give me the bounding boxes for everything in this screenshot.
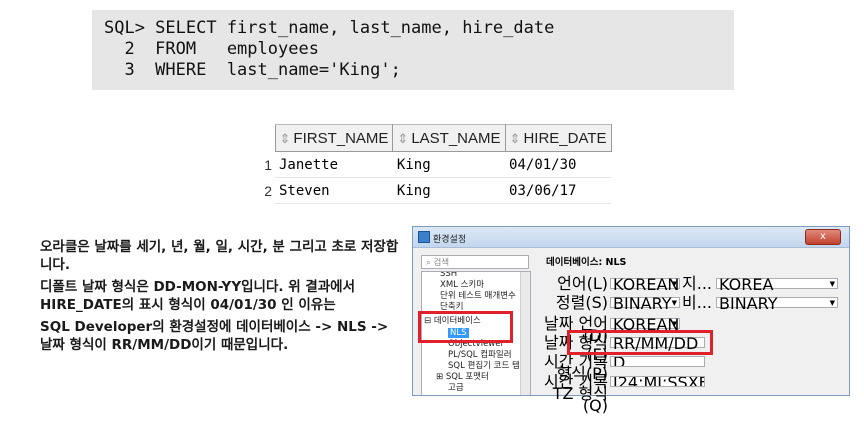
- tree-item-ssh[interactable]: SSH: [440, 272, 457, 279]
- tree-item-advanced[interactable]: 고급: [448, 383, 464, 393]
- cell-hire-date[interactable]: 04/01/30: [505, 151, 612, 178]
- cell-first-name[interactable]: Janette: [275, 151, 393, 178]
- sort-icon: ⇕: [279, 130, 291, 146]
- search-input[interactable]: ⌕ 검색: [421, 255, 529, 269]
- search-placeholder: 검색: [433, 258, 450, 268]
- chevron-down-icon: ▼: [671, 320, 677, 328]
- sql-code-block: SQL> SELECT first_name, last_name, hire_…: [92, 10, 734, 90]
- tree-item-plsql-compiler[interactable]: PL/SQL 컴파일러: [448, 350, 512, 360]
- language-label: 언어(L): [557, 274, 608, 293]
- tree-item-sql-formatter[interactable]: ⊞ SQL 포맷터: [436, 372, 489, 382]
- sort-icon: ⇕: [509, 130, 521, 146]
- query-result-grid: ⇕ FIRST_NAME ⇕ LAST_NAME ⇕ HIRE_DATE 1 Jane…: [244, 124, 612, 204]
- sql-line-2: 2 FROM employees: [104, 39, 319, 59]
- chevron-down-icon: ▼: [829, 280, 835, 288]
- close-button[interactable]: x: [805, 229, 841, 245]
- timestamp-format-input[interactable]: D HH24:MI:SSXFF: [610, 356, 705, 367]
- cell-hire-date[interactable]: 03/06/17: [505, 177, 612, 204]
- note-paragraph-1: 오라클은 날짜를 세기, 년, 월, 일, 시간, 분 그리고 초로 저장합니다…: [40, 239, 399, 273]
- chevron-down-icon: ▼: [671, 280, 677, 288]
- sort-select[interactable]: BINARY ▼: [610, 296, 680, 312]
- dialog-titlebar[interactable]: 환경설정 x: [413, 227, 849, 248]
- note-paragraph-3: SQL Developer의 환경설정에 데이터베이스 -> NLS -> 날짜…: [40, 319, 389, 353]
- tree-item-unit-test[interactable]: 단위 테스트 매개변수: [440, 291, 516, 301]
- tree-item-sql-editor[interactable]: SQL 편집기 코드 템: [448, 361, 520, 371]
- timestamp-tz-format-input[interactable]: I24:MI:SSXFF TZR: [610, 376, 705, 387]
- cell-last-name[interactable]: King: [392, 177, 506, 204]
- chevron-down-icon: ▼: [671, 299, 677, 307]
- comparison-label: 비...: [682, 293, 712, 312]
- panel-title: 데이터베이스: NLS: [546, 257, 627, 268]
- sql-line-3: 3 WHERE last_name='King';: [104, 60, 401, 80]
- cell-last-name[interactable]: King: [392, 151, 506, 178]
- note-paragraph-2: 디폴트 날짜 형식은 DD-MON-YY입니다. 위 결과에서 HIRE_DAT…: [40, 279, 355, 313]
- sql-code: SQL> SELECT first_name, last_name, hire_…: [92, 10, 734, 81]
- row-number: 1: [264, 156, 272, 173]
- chevron-down-icon: ▼: [829, 299, 835, 307]
- sort-icon: ⇕: [397, 130, 409, 146]
- language-select[interactable]: KOREAN ▼: [610, 277, 680, 293]
- column-header-last-name[interactable]: ⇕ LAST_NAME: [392, 124, 506, 152]
- territory-label: 지...: [682, 274, 712, 293]
- expand-icon[interactable]: ⊞: [436, 372, 446, 382]
- row-number-header: [244, 124, 275, 152]
- row-number: 2: [264, 182, 272, 199]
- explanation-text: 오라클은 날짜를 세기, 년, 월, 일, 시간, 분 그리고 초로 저장합니다…: [40, 238, 402, 358]
- highlight-nls-box: [418, 311, 513, 343]
- territory-select[interactable]: KOREA ▼: [716, 277, 838, 293]
- tree-item-xml-schema[interactable]: XML 스키마: [440, 280, 484, 290]
- dialog-title: 환경설정: [433, 235, 467, 245]
- comparison-select[interactable]: BINARY ▼: [716, 296, 838, 312]
- sort-label: 정렬(S): [555, 293, 608, 312]
- table-row[interactable]: 2 Steven King 03/06/17: [244, 177, 612, 204]
- highlight-date-format-box: [567, 330, 713, 355]
- column-header-hire-date[interactable]: ⇕ HIRE_DATE: [504, 124, 612, 152]
- cell-first-name[interactable]: Steven: [275, 177, 393, 204]
- column-header-first-name[interactable]: ⇕ FIRST_NAME: [274, 124, 394, 152]
- table-row[interactable]: 1 Janette King 04/01/30: [244, 151, 612, 178]
- sql-line-1: SQL> SELECT first_name, last_name, hire_…: [104, 18, 555, 38]
- date-language-select[interactable]: KOREAN ▼: [610, 317, 680, 333]
- timestamp-tz-format-label: 시간 기록 TZ 형식(Q): [544, 372, 608, 415]
- app-icon: [418, 231, 430, 243]
